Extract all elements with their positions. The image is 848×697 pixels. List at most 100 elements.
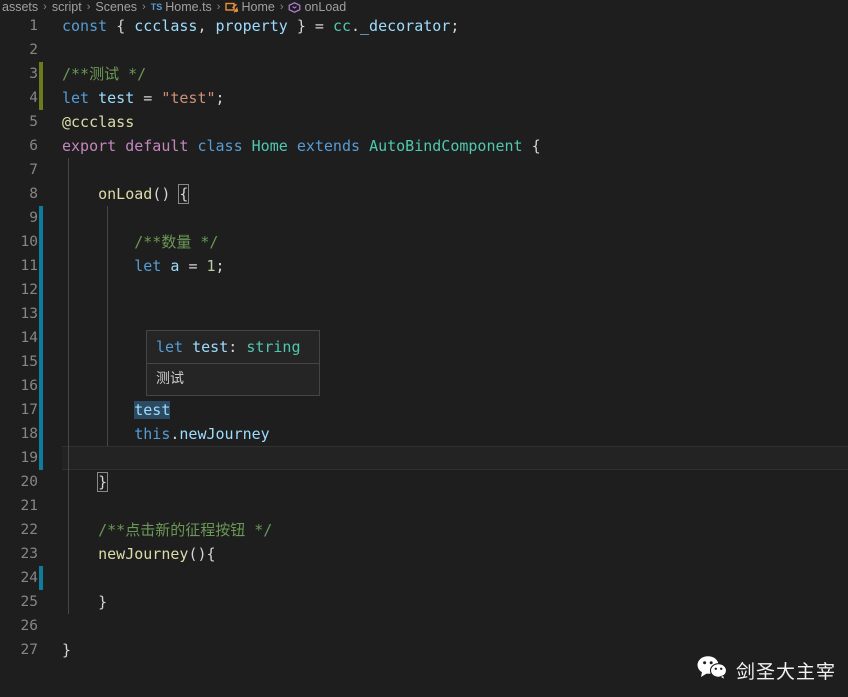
code-line[interactable]: 4 let test = "test"; <box>0 86 848 110</box>
breadcrumb-separator: › <box>86 1 91 13</box>
code-line[interactable]: 16 <box>0 374 848 398</box>
code-line[interactable]: 26 <box>0 614 848 638</box>
code-line[interactable]: 20 } <box>0 470 848 494</box>
code-line[interactable]: 18 this.newJourney <box>0 422 848 446</box>
code-line[interactable]: 25 } <box>0 590 848 614</box>
code-line[interactable]: 19 <box>0 446 848 470</box>
gutter-change-marker-modified[interactable] <box>39 86 43 110</box>
line-number: 5 <box>29 114 38 130</box>
line-number: 1 <box>29 18 38 34</box>
line-number: 2 <box>29 42 38 58</box>
code-line[interactable]: 8 onLoad() { <box>0 182 848 206</box>
code-line-text: /**测试 */ <box>62 65 147 83</box>
code-line[interactable]: 17 test <box>0 398 848 422</box>
gutter-change-marker-added[interactable] <box>39 254 43 278</box>
line-number: 18 <box>20 426 38 442</box>
current-line-highlight <box>62 446 848 470</box>
code-line[interactable]: 6 export default class Home extends AutoB… <box>0 134 848 158</box>
gutter-change-marker-added[interactable] <box>39 422 43 446</box>
line-number: 19 <box>20 450 38 466</box>
breadcrumb-separator: › <box>142 1 146 13</box>
hover-signature: let test: string <box>147 331 319 363</box>
indent-guide <box>107 206 108 230</box>
gutter-change-marker-added[interactable] <box>39 398 43 422</box>
watermark-label: 剑圣大主宰 <box>735 660 836 683</box>
code-line[interactable]: 2 <box>0 38 848 62</box>
line-number: 13 <box>20 306 38 322</box>
code-line[interactable]: 22 /**点击新的征程按钮 */ <box>0 518 848 542</box>
indent-guide <box>107 350 108 374</box>
code-line[interactable]: 21 <box>0 494 848 518</box>
breadcrumb-item-home[interactable]: Home <box>225 0 275 14</box>
code-line-text: test <box>134 401 171 419</box>
line-number: 23 <box>20 546 38 562</box>
code-line[interactable]: 9 <box>0 206 848 230</box>
code-line[interactable]: 23 newJourney(){ <box>0 542 848 566</box>
gutter-change-marker-added[interactable] <box>39 206 43 230</box>
code-line[interactable]: 3 /**测试 */ <box>0 62 848 86</box>
indent-guide <box>68 158 69 182</box>
breadcrumb-item-scenes[interactable]: Scenes <box>95 0 137 14</box>
line-number: 8 <box>29 186 38 202</box>
breadcrumb-item-label: script <box>51 0 82 14</box>
code-line-text: } <box>97 472 109 492</box>
indent-guide <box>68 494 69 518</box>
code-line[interactable]: 1 const { ccclass, property } = cc._decor… <box>0 14 848 38</box>
line-number: 20 <box>20 474 38 490</box>
gutter-change-marker-added[interactable] <box>39 350 43 374</box>
code-line-text: onLoad() { <box>98 184 190 204</box>
code-line-text: /**点击新的征程按钮 */ <box>98 521 273 539</box>
gutter-change-marker-added[interactable] <box>39 302 43 326</box>
line-number: 10 <box>20 234 38 250</box>
code-line[interactable]: 5 @ccclass <box>0 110 848 134</box>
gutter-change-marker-added[interactable] <box>39 566 43 590</box>
gutter-change-marker-added[interactable] <box>39 230 43 254</box>
hover-signature-token <box>183 338 192 356</box>
breadcrumb-separator: › <box>43 1 47 13</box>
line-number: 26 <box>20 618 38 634</box>
code-line[interactable]: 10 /**数量 */ <box>0 230 848 254</box>
code-line[interactable]: 14 <box>0 326 848 350</box>
line-number: 6 <box>29 138 38 154</box>
indent-guide <box>68 446 69 470</box>
breadcrumb-separator: › <box>216 1 221 13</box>
breadcrumb-item-assets[interactable]: assets <box>2 0 38 14</box>
hover-signature-token <box>237 338 246 356</box>
gutter-change-marker-added[interactable] <box>39 326 43 350</box>
code-line[interactable]: 12 <box>0 278 848 302</box>
typescript-file-icon: TS <box>150 1 163 12</box>
indent-guide <box>68 206 69 230</box>
code-editor[interactable]: 1 const { ccclass, property } = cc._decor… <box>0 14 848 697</box>
breadcrumb-item-script[interactable]: script <box>52 0 82 14</box>
line-number: 9 <box>29 210 38 226</box>
line-number: 16 <box>20 378 38 394</box>
gutter-change-marker-added[interactable] <box>39 278 43 302</box>
line-number: 14 <box>20 330 38 346</box>
code-line[interactable]: 13 <box>0 302 848 326</box>
breadcrumb-item-home-ts[interactable]: TS Home.ts <box>151 0 212 14</box>
line-number: 3 <box>29 66 38 82</box>
code-line-text: let a = 1; <box>134 257 225 275</box>
indent-guide <box>68 374 69 398</box>
gutter-change-marker-modified[interactable] <box>39 62 43 86</box>
gutter-change-marker-added[interactable] <box>39 374 43 398</box>
code-line[interactable]: 15 <box>0 350 848 374</box>
line-number: 17 <box>20 402 38 418</box>
breadcrumb: assets › script › Scenes › TS Home.ts › Home › onLo… <box>0 0 848 14</box>
code-line[interactable]: 11 let a = 1; <box>0 254 848 278</box>
hover-signature-token: test <box>192 338 229 356</box>
indent-guide <box>107 302 108 326</box>
breadcrumb-item-onload[interactable]: onLoad <box>288 0 346 14</box>
breadcrumb-item-label: Home <box>241 0 275 14</box>
line-number: 24 <box>20 570 38 586</box>
line-number: 27 <box>20 642 38 658</box>
wechat-logo-icon <box>697 655 728 685</box>
indent-guide <box>68 302 69 326</box>
code-line[interactable]: 24 <box>0 566 848 590</box>
indent-guide <box>68 350 69 374</box>
line-number: 22 <box>20 522 38 538</box>
gutter-change-marker-added[interactable] <box>39 446 43 470</box>
breadcrumb-item-label: Home.ts <box>165 0 212 14</box>
indent-guide <box>68 278 69 302</box>
code-line[interactable]: 7 <box>0 158 848 182</box>
